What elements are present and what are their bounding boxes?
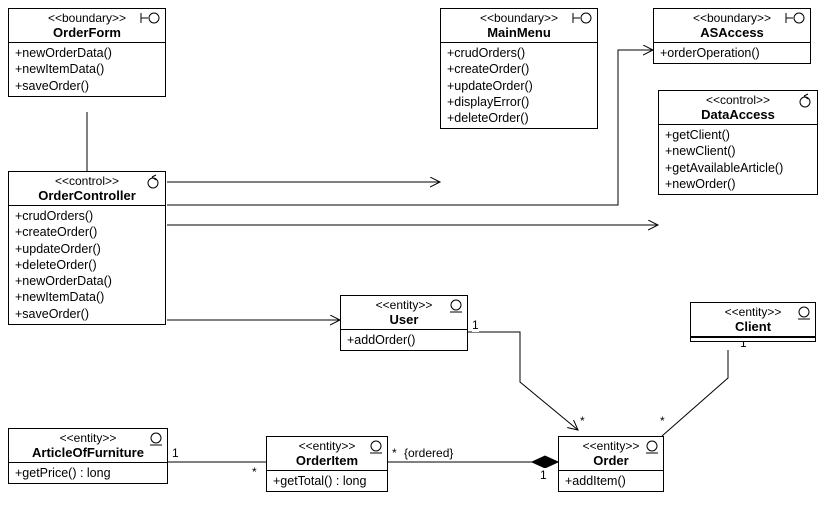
op: +newOrder() bbox=[665, 176, 811, 192]
class-dataaccess: <<control>> DataAccess +getClient() +new… bbox=[658, 90, 818, 195]
stereotype-label: <<entity>> bbox=[273, 439, 381, 453]
op: +newOrderData() bbox=[15, 273, 159, 289]
class-name-label: OrderItem bbox=[273, 453, 381, 468]
class-client: <<entity>> Client bbox=[690, 302, 816, 342]
op: +newOrderData() bbox=[15, 45, 159, 61]
entity-icon bbox=[449, 298, 463, 317]
op: +newItemData() bbox=[15, 289, 159, 305]
op: +displayError() bbox=[447, 94, 591, 110]
class-ops: +getClient() +newClient() +getAvailableA… bbox=[659, 125, 817, 194]
class-name-label: ArticleOfFurniture bbox=[15, 445, 161, 460]
mult-article-one: 1 bbox=[172, 446, 179, 460]
class-name-label: DataAccess bbox=[665, 107, 811, 122]
op: +deleteOrder() bbox=[15, 257, 159, 273]
stereotype-label: <<entity>> bbox=[347, 298, 461, 312]
stereotype-label: <<entity>> bbox=[697, 305, 809, 319]
entity-icon bbox=[797, 305, 811, 324]
class-name-label: User bbox=[347, 312, 461, 327]
class-mainmenu: <<boundary>> MainMenu +crudOrders() +cre… bbox=[440, 8, 598, 129]
entity-icon bbox=[645, 439, 659, 458]
class-articleoffurniture: <<entity>> ArticleOfFurniture +getPrice(… bbox=[8, 428, 168, 484]
class-name-label: OrderForm bbox=[15, 25, 159, 40]
op: +updateOrder() bbox=[447, 78, 591, 94]
stereotype-label: <<entity>> bbox=[565, 439, 657, 453]
class-order: <<entity>> Order +addItem() bbox=[558, 436, 664, 492]
class-name-label: ASAccess bbox=[660, 25, 804, 40]
control-icon bbox=[797, 93, 813, 112]
class-orderitem: <<entity>> OrderItem +getTotal() : long bbox=[266, 436, 388, 492]
op: +addOrder() bbox=[347, 332, 461, 348]
mult-user-star: * bbox=[580, 414, 585, 428]
op: +saveOrder() bbox=[15, 306, 159, 322]
class-asaccess: <<boundary>> ASAccess +orderOperation() bbox=[653, 8, 811, 64]
mult-client-star: * bbox=[660, 414, 665, 428]
boundary-icon bbox=[571, 11, 593, 28]
class-ops: +getPrice() : long bbox=[9, 463, 167, 483]
stereotype-label: <<control>> bbox=[15, 174, 159, 188]
boundary-icon bbox=[139, 11, 161, 28]
stereotype-label: <<boundary>> bbox=[15, 11, 159, 25]
class-name-label: MainMenu bbox=[447, 25, 591, 40]
control-icon bbox=[145, 174, 161, 193]
op: +crudOrders() bbox=[15, 208, 159, 224]
class-ops: +getTotal() : long bbox=[267, 471, 387, 491]
op: +createOrder() bbox=[447, 61, 591, 77]
mult-article-star: * bbox=[252, 465, 257, 479]
op: +addItem() bbox=[565, 473, 657, 489]
op: +createOrder() bbox=[15, 224, 159, 240]
mult-orderitem-star: * bbox=[392, 446, 397, 460]
op: +getPrice() : long bbox=[15, 465, 161, 481]
op: +newClient() bbox=[665, 143, 811, 159]
class-ops: +addItem() bbox=[559, 471, 663, 491]
op: +getTotal() : long bbox=[273, 473, 381, 489]
entity-icon bbox=[369, 439, 383, 458]
stereotype-label: <<entity>> bbox=[15, 431, 161, 445]
op: +newItemData() bbox=[15, 61, 159, 77]
op: +deleteOrder() bbox=[447, 110, 591, 126]
op: +getClient() bbox=[665, 127, 811, 143]
stereotype-label: <<boundary>> bbox=[660, 11, 804, 25]
mult-user-one: 1 bbox=[472, 318, 479, 332]
mult-ordered-constraint: {ordered} bbox=[404, 446, 453, 460]
stereotype-label: <<control>> bbox=[665, 93, 811, 107]
op: +updateOrder() bbox=[15, 241, 159, 257]
class-name-label: Client bbox=[697, 319, 809, 334]
class-user: <<entity>> User +addOrder() bbox=[340, 295, 468, 351]
op: +crudOrders() bbox=[447, 45, 591, 61]
class-orderform: <<boundary>> OrderForm +newOrderData() +… bbox=[8, 8, 166, 97]
class-name-label: OrderController bbox=[15, 188, 159, 203]
class-ops: +crudOrders() +createOrder() +updateOrde… bbox=[9, 206, 165, 324]
class-ops: +newOrderData() +newItemData() +saveOrde… bbox=[9, 43, 165, 96]
op: +orderOperation() bbox=[660, 45, 804, 61]
entity-icon bbox=[149, 431, 163, 450]
class-ops: +addOrder() bbox=[341, 330, 467, 350]
empty-ops bbox=[691, 337, 815, 341]
class-ordercontroller: <<control>> OrderController +crudOrders(… bbox=[8, 171, 166, 325]
class-ops: +crudOrders() +createOrder() +updateOrde… bbox=[441, 43, 597, 128]
stereotype-label: <<boundary>> bbox=[447, 11, 591, 25]
op: +getAvailableArticle() bbox=[665, 160, 811, 176]
class-ops: +orderOperation() bbox=[654, 43, 810, 63]
boundary-icon bbox=[784, 11, 806, 28]
op: +saveOrder() bbox=[15, 78, 159, 94]
class-name-label: Order bbox=[565, 453, 657, 468]
mult-order-one: 1 bbox=[540, 468, 547, 482]
